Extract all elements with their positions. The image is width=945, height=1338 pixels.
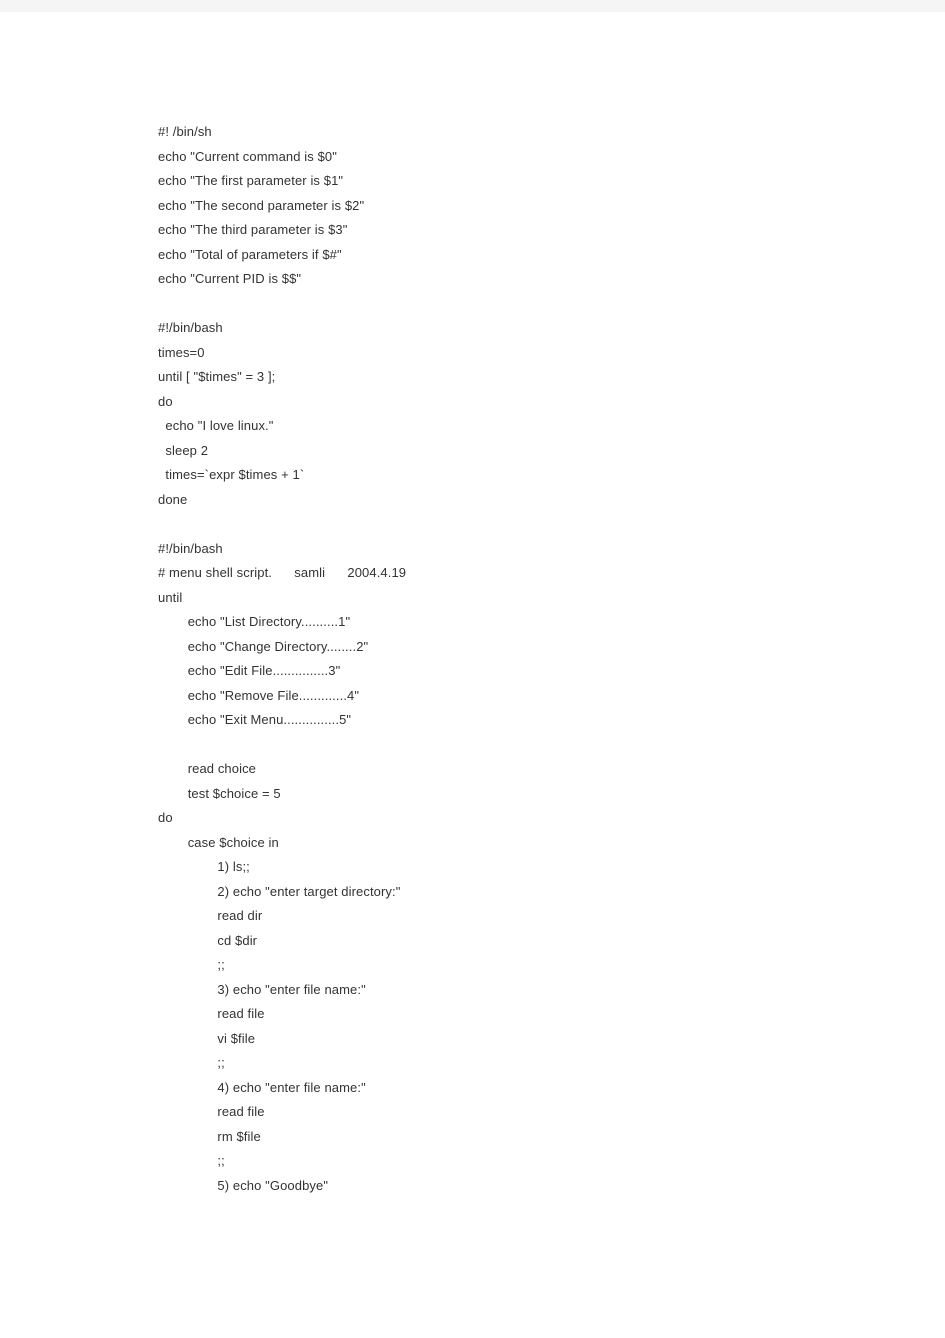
code-line: ;; (158, 953, 787, 978)
code-line: until [ "$times" = 3 ]; (158, 365, 787, 390)
code-line: do (158, 806, 787, 831)
code-line: echo "Current command is $0" (158, 145, 787, 170)
code-line: echo "Total of parameters if $#" (158, 243, 787, 268)
code-line: read file (158, 1002, 787, 1027)
code-line: echo "The first parameter is $1" (158, 169, 787, 194)
code-line: echo "Remove File.............4" (158, 684, 787, 709)
code-line: 3) echo "enter file name:" (158, 978, 787, 1003)
code-line: #! /bin/sh (158, 120, 787, 145)
code-line: times=0 (158, 341, 787, 366)
code-line: echo "Current PID is $$" (158, 267, 787, 292)
code-line: read choice (158, 757, 787, 782)
code-line: echo "The third parameter is $3" (158, 218, 787, 243)
code-line: 4) echo "enter file name:" (158, 1076, 787, 1101)
code-line: case $choice in (158, 831, 787, 856)
code-line: rm $file (158, 1125, 787, 1150)
code-line: sleep 2 (158, 439, 787, 464)
code-line: ;; (158, 1149, 787, 1174)
code-line: echo "List Directory..........1" (158, 610, 787, 635)
code-line: #!/bin/bash (158, 537, 787, 562)
code-line: read dir (158, 904, 787, 929)
code-line: echo "I love linux." (158, 414, 787, 439)
code-line: do (158, 390, 787, 415)
page-container: #! /bin/sh echo "Current command is $0" … (0, 0, 945, 1338)
blank-line (158, 512, 787, 537)
code-line: echo "Edit File...............3" (158, 659, 787, 684)
code-line: 1) ls;; (158, 855, 787, 880)
code-line: done (158, 488, 787, 513)
code-line: echo "The second parameter is $2" (158, 194, 787, 219)
code-line: echo "Change Directory........2" (158, 635, 787, 660)
code-line: cd $dir (158, 929, 787, 954)
code-line: until (158, 586, 787, 611)
document-page: #! /bin/sh echo "Current command is $0" … (0, 12, 945, 1338)
code-line: times=`expr $times + 1` (158, 463, 787, 488)
code-line: 2) echo "enter target directory:" (158, 880, 787, 905)
code-line: test $choice = 5 (158, 782, 787, 807)
code-line: vi $file (158, 1027, 787, 1052)
code-line: echo "Exit Menu...............5" (158, 708, 787, 733)
code-line: read file (158, 1100, 787, 1125)
code-line: # menu shell script. samli 2004.4.19 (158, 561, 787, 586)
code-line: 5) echo "Goodbye" (158, 1174, 787, 1199)
code-line: #!/bin/bash (158, 316, 787, 341)
blank-line (158, 733, 787, 758)
blank-line (158, 292, 787, 317)
code-line: ;; (158, 1051, 787, 1076)
